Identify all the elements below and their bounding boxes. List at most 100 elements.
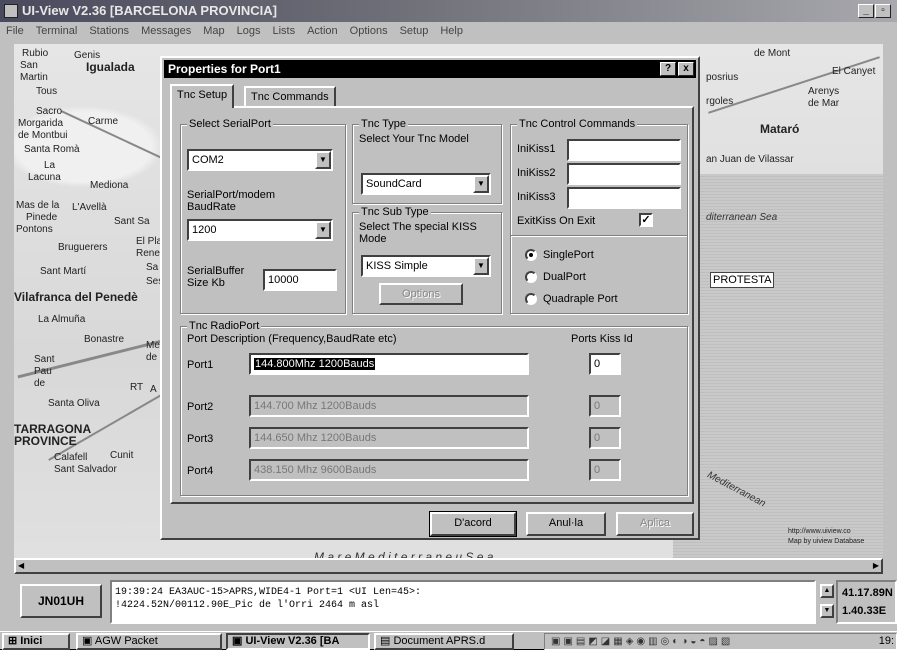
kiss-options-button[interactable]: Options (379, 283, 463, 305)
menu-setup[interactable]: Setup (394, 22, 435, 37)
menu-file[interactable]: File (0, 22, 30, 37)
task-label: Document APRS.d (393, 635, 486, 647)
map-label: Rubio (22, 48, 49, 59)
menu-lists[interactable]: Lists (266, 22, 301, 37)
map-label: El Pla (136, 236, 163, 247)
baudrate-label: SerialPort/modem BaudRate (187, 189, 276, 213)
menu-action[interactable]: Action (301, 22, 344, 37)
start-button[interactable]: ⊞ Inici (2, 633, 70, 650)
map-label: Sacro (36, 106, 63, 117)
serialport-value: COM2 (192, 154, 224, 166)
port2-kissid-input[interactable]: 0 (589, 395, 621, 417)
menu-bar: File Terminal Stations Messages Map Logs Lists… (0, 22, 897, 42)
map-label: http://www.uiview.co (788, 528, 851, 535)
system-tray: ▣▣▤◩◪▦◈◉▥◎◐◑◒◓▨▧ 19: (544, 633, 897, 650)
task-agw-packet[interactable]: ▣ AGW Packet (76, 633, 222, 650)
exitkiss-checkbox[interactable]: ✓ (639, 213, 653, 227)
tab-tnc-setup[interactable]: Tnc Setup (170, 84, 235, 108)
menu-messages[interactable]: Messages (135, 22, 197, 37)
map-label: Bruguerers (58, 242, 108, 253)
dualport-radio[interactable] (525, 271, 537, 283)
port2-label: Port2 (187, 401, 214, 413)
apply-button[interactable]: Aplica (616, 512, 694, 536)
menu-options[interactable]: Options (344, 22, 394, 37)
dualport-label: DualPort (543, 271, 586, 283)
tray-icons[interactable]: ▣▣▤◩◪▦◈◉▥◎◐◑◒◓▨▧ (551, 636, 733, 647)
map-label: Santa Romà (24, 144, 80, 155)
port4-kissid-input[interactable]: 0 (589, 459, 621, 481)
tncsubtype-select[interactable]: KISS Simple ▼ (361, 255, 491, 277)
cancel-button[interactable]: Anul·la (526, 512, 606, 536)
inikiss3-input[interactable] (567, 187, 681, 209)
menu-map[interactable]: Map (197, 22, 230, 37)
chevron-down-icon[interactable]: ▼ (315, 151, 331, 169)
inikiss3-label: IniKiss3 (517, 191, 556, 203)
singleport-radio[interactable] (525, 249, 537, 261)
windows-logo-icon: ⊞ (8, 635, 18, 647)
menu-help[interactable]: Help (434, 22, 469, 37)
map-label: Sa (146, 262, 159, 273)
baudrate-select[interactable]: 1200 ▼ (187, 219, 333, 241)
chevron-down-icon[interactable]: ▼ (473, 175, 489, 193)
chevron-down-icon[interactable]: ▼ (473, 257, 489, 275)
map-label: L'Avellà (72, 202, 107, 213)
locator-display: JN01UH (20, 584, 102, 618)
scroll-right-icon[interactable]: ▶ (873, 561, 879, 570)
tnctype-group: Tnc Type Select Your Tnc Model SoundCard… (352, 118, 502, 204)
help-button[interactable]: ? (660, 62, 676, 76)
map-label: La Almuña (38, 314, 86, 325)
inikiss1-input[interactable] (567, 139, 681, 161)
quadport-radio[interactable] (525, 293, 537, 305)
tncsubtype-caption: Select The special KISS Mode (359, 221, 477, 245)
tnctype-select[interactable]: SoundCard ▼ (361, 173, 491, 195)
port4-description-input[interactable]: 438.150 Mhz 9600Bauds (249, 459, 529, 481)
serialport-select[interactable]: COM2 ▼ (187, 149, 333, 171)
scroll-left-icon[interactable]: ◀ (18, 561, 24, 570)
task-label: UI-View V2.36 [BA (245, 635, 340, 647)
road (708, 56, 880, 114)
dialog-title-bar[interactable]: Properties for Port1 ? x (164, 60, 696, 78)
minimize-button[interactable]: _ (858, 4, 874, 18)
scroll-up-icon[interactable]: ▲ (820, 584, 834, 598)
map-label: de Montbui (18, 130, 68, 141)
map-horizontal-scrollbar[interactable]: ◀ ▶ (14, 558, 883, 574)
task-uiview[interactable]: ▣ UI-View V2.36 [BA (226, 633, 370, 650)
map-label: an Juan de Vilassar (706, 154, 794, 165)
exitkiss-label: ExitKiss On Exit (517, 215, 596, 227)
map-label: Vilafranca del Penedè (14, 290, 138, 304)
menu-stations[interactable]: Stations (83, 22, 135, 37)
inikiss2-input[interactable] (567, 163, 681, 185)
tnccontrol-group-title: Tnc Control Commands (517, 118, 638, 130)
dialog-title: Properties for Port1 (168, 62, 281, 76)
sea-area (673, 174, 883, 558)
map-label: Calafell (54, 452, 88, 463)
menu-terminal[interactable]: Terminal (30, 22, 84, 37)
packet-log[interactable]: 19:39:24 EA3AUC-15>APRS,WIDE4-1 Port=1 <… (110, 580, 816, 624)
map-label: Map by uiview Database (788, 538, 865, 545)
map-label: Mataró (760, 122, 800, 136)
map-label: Sant Martí (40, 266, 87, 277)
scroll-down-icon[interactable]: ▼ (820, 604, 834, 618)
chevron-down-icon[interactable]: ▼ (315, 221, 331, 239)
map-label: M a r e M e d i t e r r a n e u S e a (314, 550, 494, 558)
station-label[interactable]: PROTESTA (710, 272, 775, 288)
serialport-group: Select SerialPort COM2 ▼ SerialPort/mode… (180, 118, 346, 314)
close-button[interactable]: x (678, 62, 694, 76)
maximize-button[interactable]: ▫ (875, 4, 891, 18)
map-label: de (146, 352, 158, 363)
menu-logs[interactable]: Logs (231, 22, 267, 37)
port2-description-input[interactable]: 144.700 Mhz 1200Bauds (249, 395, 529, 417)
port1-description-input[interactable]: 144.800Mhz 1200Bauds (249, 353, 529, 375)
port3-kissid-input[interactable]: 0 (589, 427, 621, 449)
tab-tnc-commands[interactable]: Tnc Commands (244, 86, 336, 108)
port1-kissid-input[interactable]: 0 (589, 353, 621, 375)
app-icon[interactable] (4, 4, 18, 18)
map-label: Mediona (90, 180, 129, 191)
ok-button[interactable]: D'acord (429, 511, 517, 537)
serialbuffer-input[interactable]: 10000 (263, 269, 337, 291)
title-bar[interactable]: UI-View V2.36 [BARCELONA PROVINCIA] _ ▫ (0, 0, 897, 22)
task-document[interactable]: ▤ Document APRS.d (374, 633, 514, 650)
map-label: Tous (36, 86, 58, 97)
tnctype-caption: Select Your Tnc Model (359, 133, 469, 145)
port3-description-input[interactable]: 144.650 Mhz 1200Bauds (249, 427, 529, 449)
